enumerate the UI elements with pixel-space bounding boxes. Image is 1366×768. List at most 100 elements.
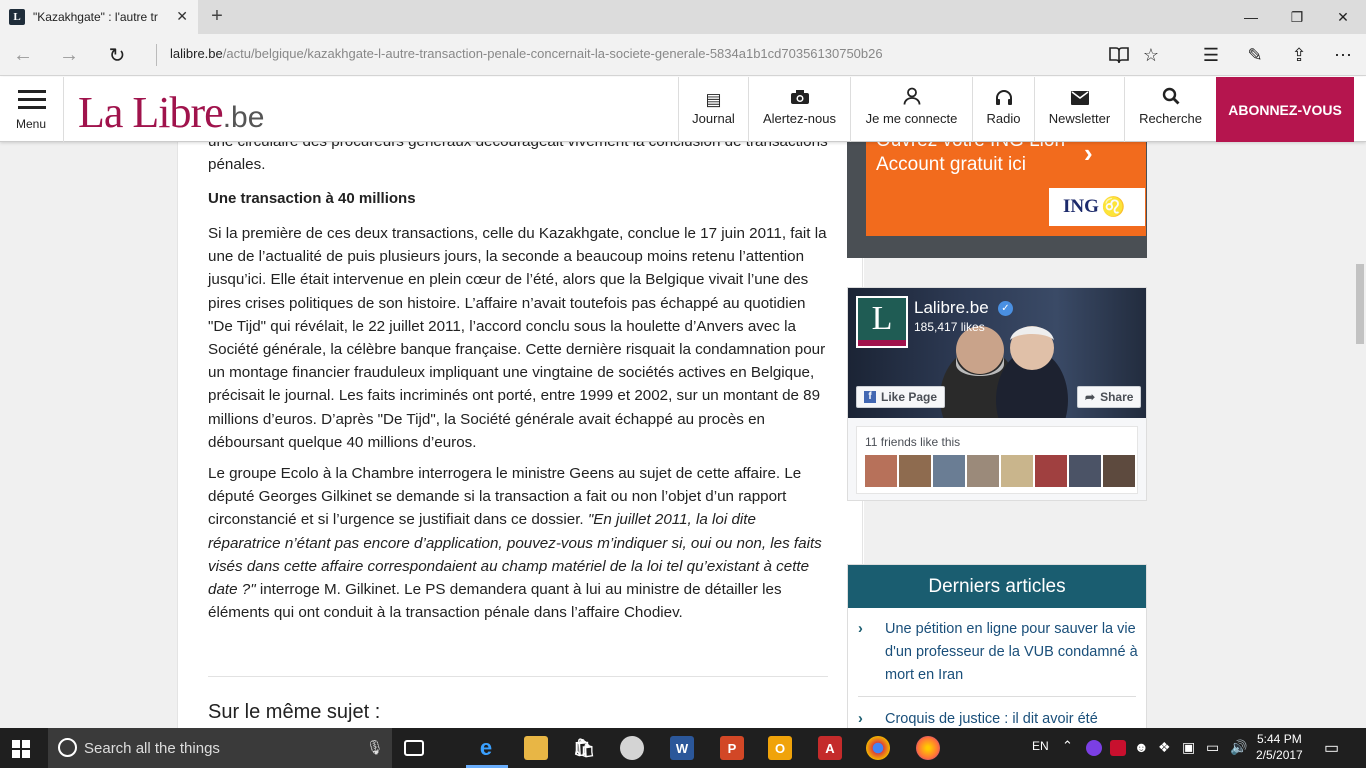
headphones-icon [995,89,1013,109]
facebook-page-name[interactable]: Lalibre.be [914,298,989,318]
friend-avatar[interactable] [933,455,965,487]
nav-journal[interactable]: ▤ Journal [678,77,748,142]
site-favicon: L [9,9,25,25]
article-body: une circulaire des procureurs généraux d… [177,142,863,728]
nav-je-me-connecte[interactable]: Je me connecte [850,77,972,142]
hub-icon[interactable]: ☰ [1198,42,1224,68]
outlook-icon[interactable]: O [768,736,792,760]
ing-logo: ING ♌ [1049,188,1145,226]
page-background-left [0,142,177,728]
action-center-icon[interactable]: ▭ [1324,738,1339,758]
friend-avatar[interactable] [1103,455,1135,487]
verified-badge-icon: ✓ [998,301,1013,316]
task-view-icon[interactable] [404,740,424,756]
dropbox-icon[interactable]: ❖ [1158,739,1171,756]
share-icon[interactable]: ⇪ [1286,42,1312,68]
friends-box: 11 friends like this [856,426,1138,494]
restore-icon[interactable]: ❐ [1274,0,1320,34]
acrobat-icon[interactable]: A [818,736,842,760]
newspaper-icon: ▤ [705,90,722,109]
word-icon[interactable]: W [670,736,694,760]
address-bar: ← → ↻ lalibre.be/actu/belgique/kazakhgat… [0,34,1366,76]
clock-date: 2/5/2017 [1256,748,1303,762]
facebook-likes-count: 185,417 likes [914,320,985,334]
ing-advertisement[interactable]: Ouvrez votre ING Lion Account gratuit ic… [847,142,1147,258]
share-button[interactable]: ➦ Share [1077,386,1142,408]
friends-count: 11 friends like this [865,435,961,449]
menu-label: Menu [16,117,47,131]
article-paragraph-quote: Le groupe Ecolo à la Chambre interrogera… [208,462,828,624]
store-icon[interactable]: 🛍 [572,736,596,760]
cortana-icon [58,738,77,757]
subscribe-button[interactable]: ABONNEZ-VOUS [1216,77,1354,142]
friend-avatar[interactable] [967,455,999,487]
browser-tab[interactable]: L "Kazakhgate" : l'autre tr ✕ [0,0,198,34]
paint-icon[interactable] [620,736,644,760]
envelope-icon [1070,91,1089,109]
forward-icon[interactable]: → [56,42,82,68]
microphone-icon: 🎙 [366,739,384,755]
chrome-icon[interactable] [866,736,890,760]
latest-article-link[interactable]: › Une pétition en ligne pour sauver la v… [858,618,1138,687]
nav-recherche[interactable]: Recherche [1124,77,1216,142]
more-icon[interactable]: ⋯ [1330,42,1356,68]
chevron-up-icon[interactable]: ⌃ [1062,738,1073,754]
related-heading: Sur le même sujet : [208,701,381,723]
new-tab-icon[interactable]: + [206,5,228,28]
ad-line-1: Ouvrez votre ING Lion [876,142,1065,152]
chevron-right-icon: › [1084,142,1093,168]
taskbar-clock[interactable]: 5:44 PM 2/5/2017 [1256,731,1303,763]
like-page-label: Like Page [881,390,938,404]
edge-icon[interactable]: e [474,735,498,760]
friend-avatar[interactable] [865,455,897,487]
site-logo[interactable]: La Libre.be [78,87,264,138]
firefox-icon[interactable] [916,736,940,760]
browser-tab-bar: L "Kazakhgate" : l'autre tr ✕ + — ❐ ✕ [0,0,1366,34]
page-avatar[interactable]: L [856,296,908,348]
minimize-icon[interactable]: — [1228,0,1274,34]
favorite-star-icon[interactable]: ☆ [1138,42,1164,68]
like-page-button[interactable]: f Like Page [856,386,946,408]
volume-icon[interactable]: 🔊 [1230,739,1247,756]
article-paragraph: une circulaire des procureurs généraux d… [208,142,828,174]
latest-articles-heading: Derniers articles [848,565,1146,608]
tab-title: "Kazakhgate" : l'autre tr [33,10,158,24]
taskbar-search[interactable]: Search all the things 🎙 [48,728,392,768]
reading-view-icon[interactable] [1106,42,1132,68]
window-close-icon[interactable]: ✕ [1320,0,1366,34]
hamburger-icon [18,90,46,114]
menu-button[interactable]: Menu [0,77,64,142]
tray-app-icon[interactable] [1110,740,1126,756]
friend-avatar[interactable] [899,455,931,487]
nav-newsletter[interactable]: Newsletter [1034,77,1124,142]
page-scrollbar[interactable] [1354,142,1366,728]
battery-icon[interactable]: ▭ [1206,739,1219,756]
share-label: Share [1100,390,1134,404]
clock-time: 5:44 PM [1257,732,1302,746]
friend-avatar[interactable] [1035,455,1067,487]
logo-suffix: .be [222,101,265,134]
url-domain: lalibre.be [170,46,223,61]
tray-app-icon[interactable]: ☻ [1134,739,1149,755]
scrollbar-thumb[interactable] [1356,264,1364,344]
tray-app-icon[interactable] [1086,740,1102,756]
refresh-icon[interactable]: ↻ [104,42,130,68]
nav-radio[interactable]: Radio [972,77,1034,142]
friend-avatar[interactable] [1001,455,1033,487]
powerpoint-icon[interactable]: P [720,736,744,760]
windows-start-icon[interactable] [12,740,30,763]
url-path: /actu/belgique/kazakhgate-l-autre-transa… [222,46,883,61]
url-field[interactable]: lalibre.be/actu/belgique/kazakhgate-l-au… [170,46,883,61]
lion-icon: ♌ [1101,197,1126,218]
tray-app-icon[interactable]: ▣ [1182,739,1195,756]
nav-recherche-label: Recherche [1139,111,1202,126]
file-explorer-icon[interactable] [524,736,548,760]
web-note-icon[interactable]: ✎ [1242,42,1268,68]
friend-avatar[interactable] [1069,455,1101,487]
language-indicator[interactable]: EN [1032,739,1049,753]
nav-journal-label: Journal [692,111,735,126]
close-tab-icon[interactable]: ✕ [176,8,188,25]
back-icon[interactable]: ← [10,42,36,68]
nav-alertez-nous[interactable]: Alertez-nous [748,77,850,142]
search-icon [1162,87,1180,109]
